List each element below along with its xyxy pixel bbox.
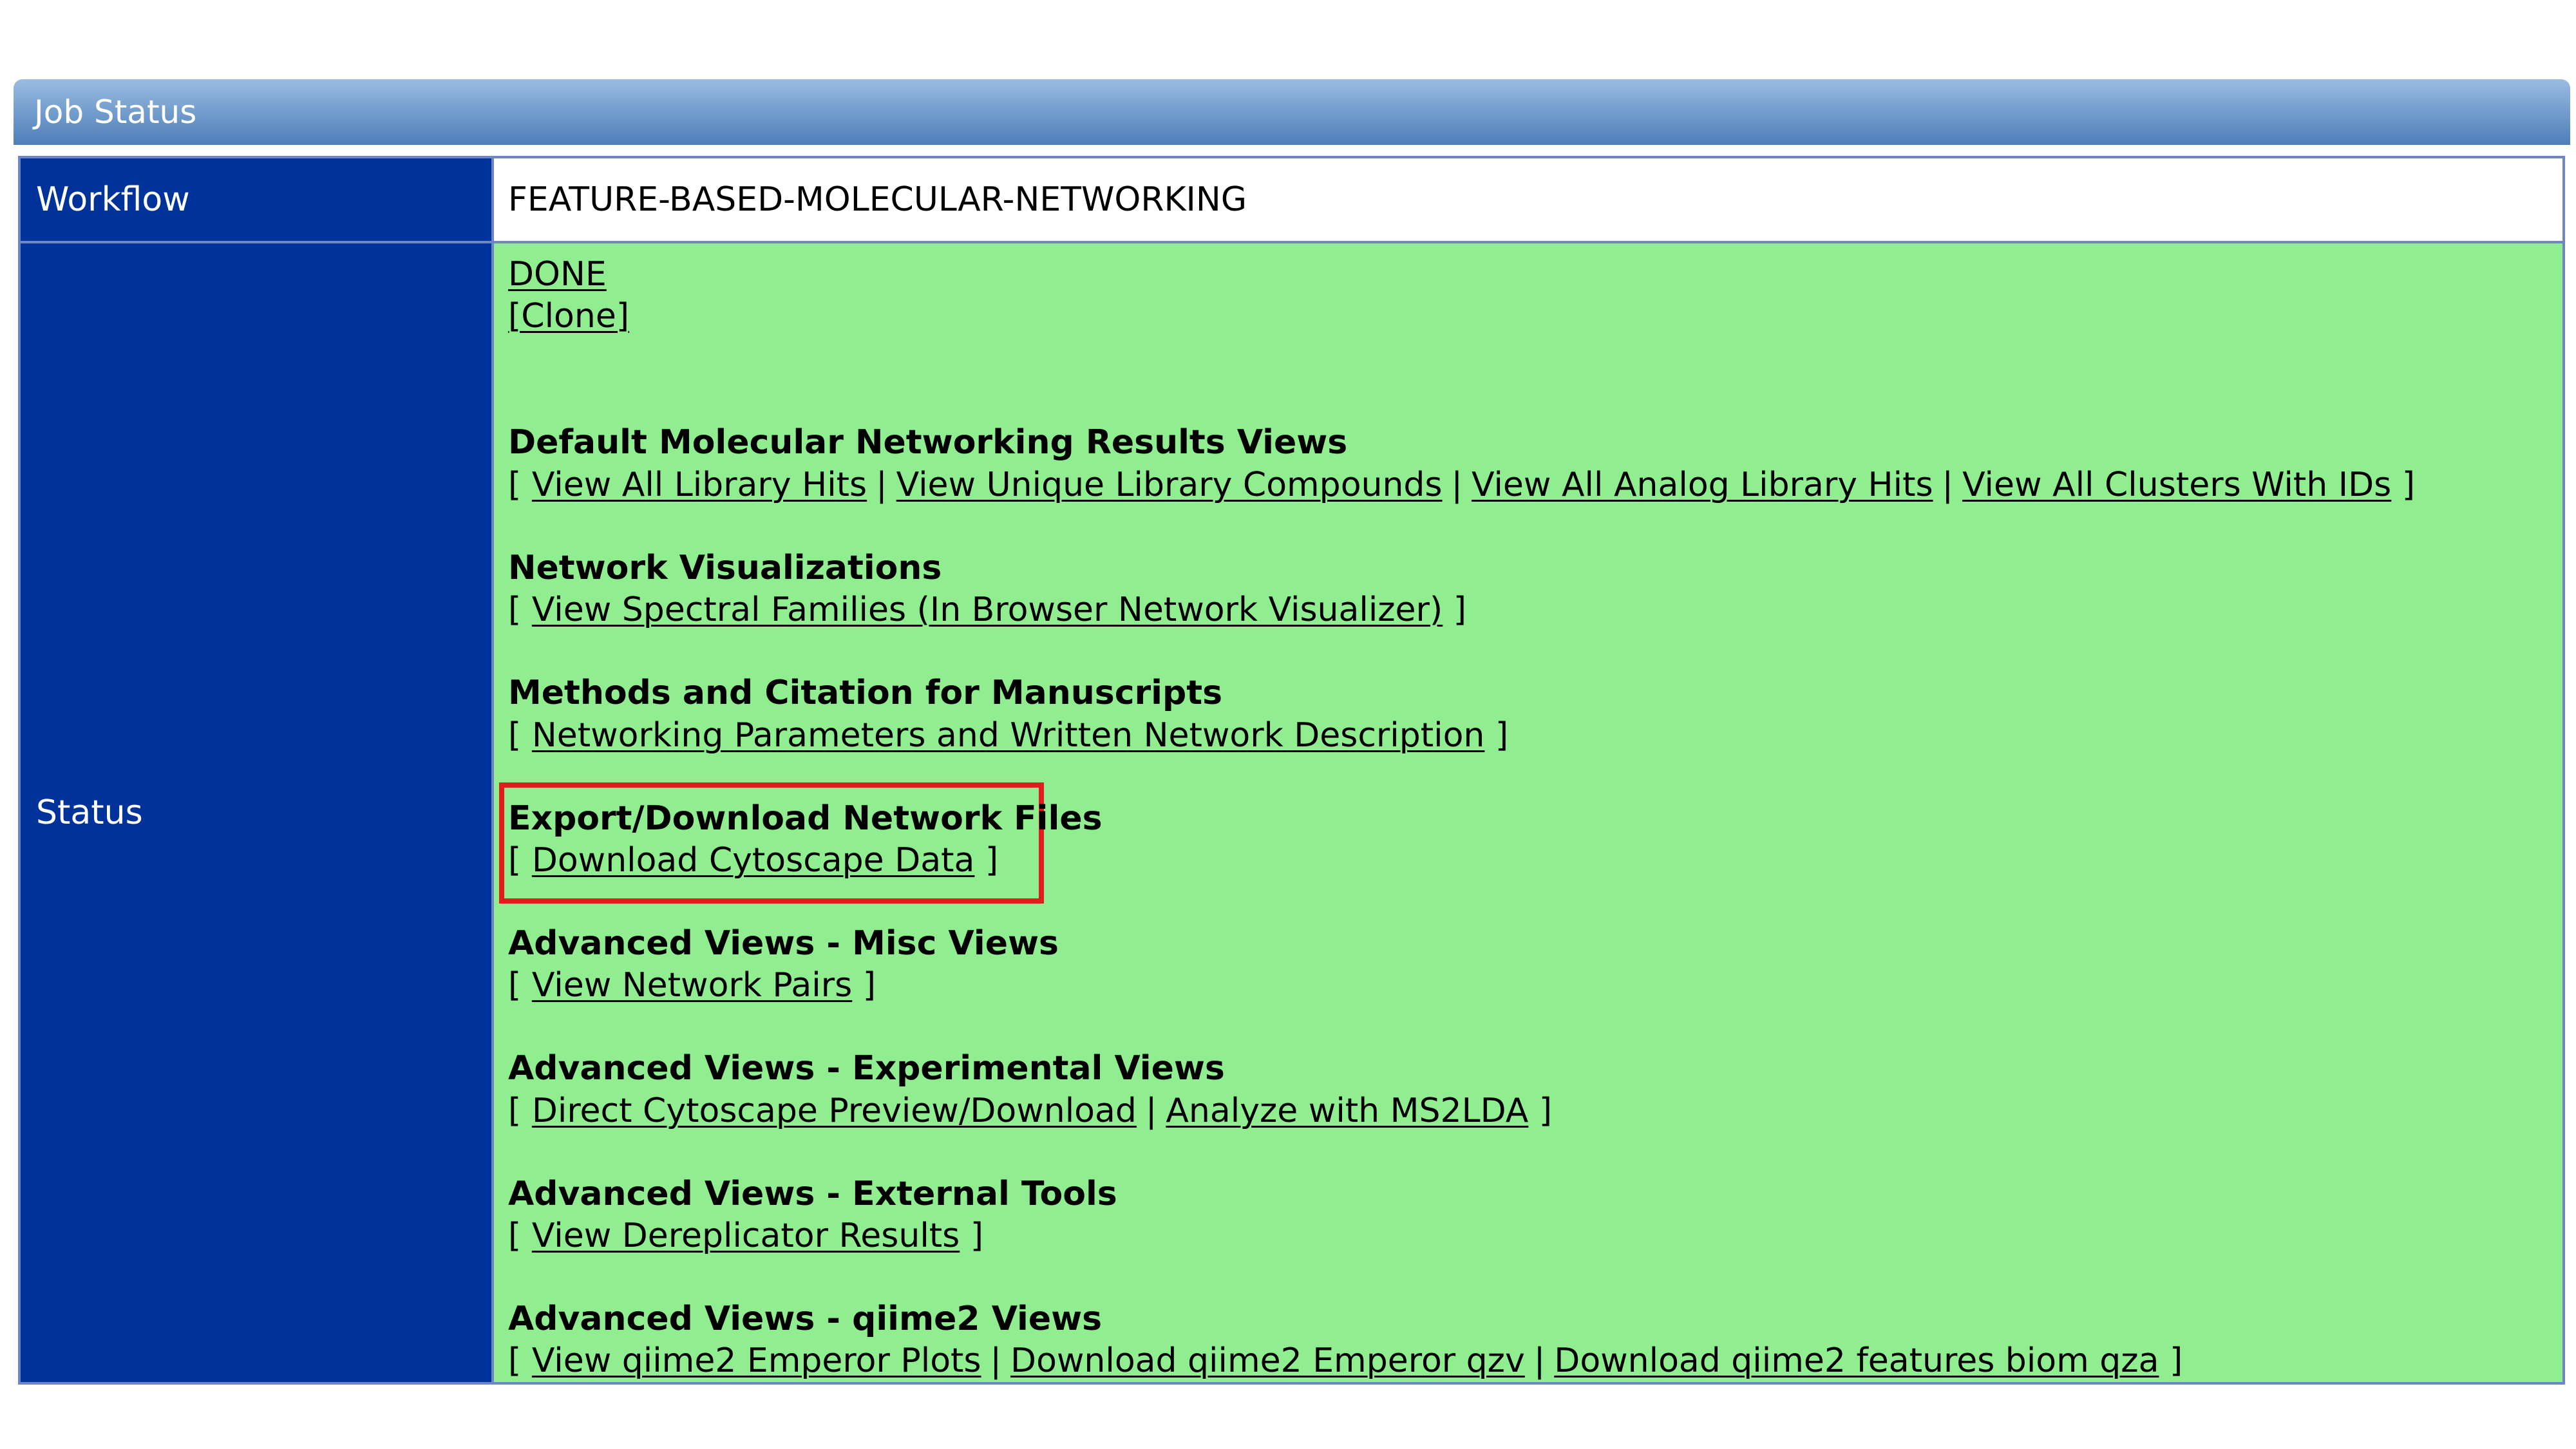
direct-cytoscape-preview-link[interactable]: Direct Cytoscape Preview/Download (532, 1092, 1137, 1130)
view-qiime2-emperor-plots-link[interactable]: View qiime2 Emperor Plots (532, 1341, 981, 1380)
download-qiime2-emperor-qzv-link[interactable]: Download qiime2 Emperor qzv (1010, 1341, 1525, 1380)
section-heading-export-download: Export/Download Network Files (508, 799, 1103, 838)
section-links-misc-views: [ View Network Pairs ] (508, 966, 876, 1005)
section-heading-default-views: Default Molecular Networking Results Vie… (508, 423, 1348, 462)
section-links-methods-citation: [ Networking Parameters and Written Netw… (508, 716, 1509, 755)
download-cytoscape-data-link[interactable]: Download Cytoscape Data (532, 841, 975, 880)
download-qiime2-features-biom-qza-link[interactable]: Download qiime2 features biom qza (1554, 1341, 2159, 1380)
job-status-table: Workflow FEATURE-BASED-MOLECULAR-NETWORK… (18, 156, 2565, 1385)
view-spectral-families-link[interactable]: View Spectral Families (In Browser Netwo… (532, 591, 1443, 629)
panel-title: Job Status (14, 79, 2570, 145)
view-unique-library-compounds-link[interactable]: View Unique Library Compounds (896, 466, 1443, 504)
section-links-default-views: [ View All Library Hits | View Unique Libr… (508, 466, 2416, 504)
section-heading-external-tools: Advanced Views - External Tools (508, 1175, 1117, 1213)
status-label: Status (21, 243, 494, 1382)
section-links-qiime2-views: [ View qiime2 Emperor Plots | Download qii… (508, 1341, 2183, 1380)
section-links-network-visualizations: [ View Spectral Families (In Browser Net… (508, 591, 1467, 629)
view-dereplicator-results-link[interactable]: View Dereplicator Results (532, 1217, 960, 1255)
clone-link[interactable]: [Clone] (508, 297, 629, 336)
networking-parameters-link[interactable]: Networking Parameters and Written Networ… (532, 716, 1485, 755)
job-status-panel: Job Status (14, 79, 2570, 145)
view-network-pairs-link[interactable]: View Network Pairs (532, 966, 852, 1005)
view-all-analog-library-hits-link[interactable]: View All Analog Library Hits (1472, 466, 1933, 504)
section-heading-methods-citation: Methods and Citation for Manuscripts (508, 674, 1223, 712)
workflow-row: Workflow FEATURE-BASED-MOLECULAR-NETWORK… (21, 158, 2562, 243)
section-heading-misc-views: Advanced Views - Misc Views (508, 924, 1059, 963)
done-link[interactable]: DONE (508, 255, 607, 294)
status-content: DONE [Clone] Default Molecular Networkin… (494, 243, 2562, 1382)
section-heading-network-visualizations: Network Visualizations (508, 549, 942, 587)
section-heading-qiime2-views: Advanced Views - qiime2 Views (508, 1300, 1103, 1338)
workflow-value: FEATURE-BASED-MOLECULAR-NETWORKING (494, 158, 2562, 241)
view-all-library-hits-link[interactable]: View All Library Hits (532, 466, 867, 504)
status-row: Status DONE [Clone] Default Molecular Ne… (21, 243, 2562, 1382)
section-links-experimental-views: [ Direct Cytoscape Preview/Download | Anal… (508, 1092, 1553, 1130)
workflow-label: Workflow (21, 158, 494, 241)
section-heading-experimental-views: Advanced Views - Experimental Views (508, 1049, 1225, 1088)
section-links-export-download: [ Download Cytoscape Data ] (508, 841, 999, 880)
analyze-with-ms2lda-link[interactable]: Analyze with MS2LDA (1166, 1092, 1528, 1130)
section-links-external-tools: [ View Dereplicator Results ] (508, 1217, 984, 1255)
view-all-clusters-with-ids-link[interactable]: View All Clusters With IDs (1962, 466, 2391, 504)
